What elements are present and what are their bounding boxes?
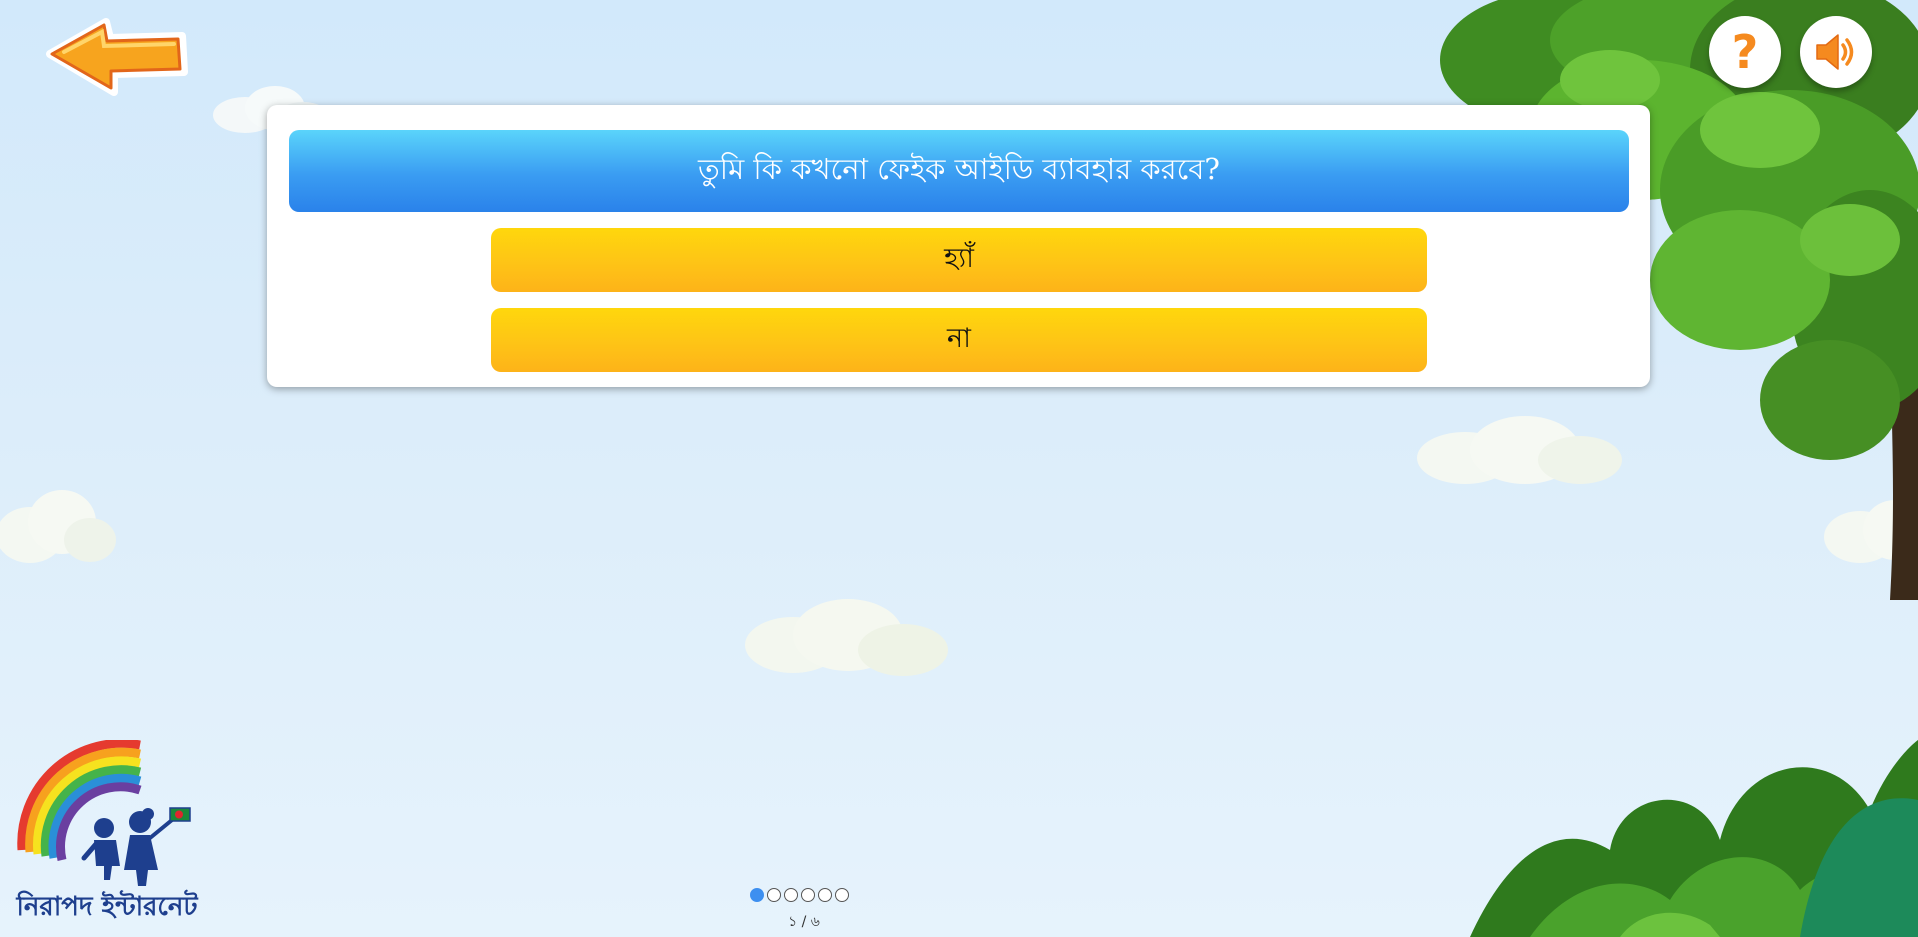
cloud-decoration (745, 599, 948, 676)
cloud-decoration (0, 490, 116, 563)
answer-option-yes[interactable]: হ্যাঁ (491, 228, 1427, 292)
bush-decoration (1470, 740, 1918, 937)
question-banner: তুমি কি কখনো ফেইক আইডি ব্যাবহার করবে? (289, 130, 1629, 212)
question-mark-icon: ? (1731, 25, 1759, 79)
brand-logo: নিরাপদ ইন্টারনেট (12, 738, 202, 926)
rainbow-children-icon (17, 738, 191, 886)
answer-option-label: হ্যাঁ (944, 242, 974, 274)
speaker-icon (1816, 34, 1854, 70)
back-button[interactable] (44, 16, 190, 96)
answer-option-label: না (947, 322, 971, 354)
pager-dot[interactable] (750, 888, 764, 902)
pager-dot[interactable] (801, 888, 815, 902)
quiz-card: তুমি কি কখনো ফেইক আইডি ব্যাবহার করবে? হ্… (267, 105, 1650, 387)
pager-dot[interactable] (784, 888, 798, 902)
page-counter: ১ / ৬ (788, 914, 820, 930)
arrow-left-icon (46, 18, 188, 96)
logo-text: নিরাপদ ইন্টারনেট (16, 892, 198, 922)
sound-button[interactable] (1800, 16, 1872, 88)
pager-dot[interactable] (835, 888, 849, 902)
help-button[interactable]: ? (1709, 16, 1781, 88)
pager-dot[interactable] (767, 888, 781, 902)
pager-dot[interactable] (818, 888, 832, 902)
question-text: তুমি কি কখনো ফেইক আইডি ব্যাবহার করবে? (698, 151, 1220, 186)
answer-option-no[interactable]: না (491, 308, 1427, 372)
question-pager (750, 888, 849, 902)
